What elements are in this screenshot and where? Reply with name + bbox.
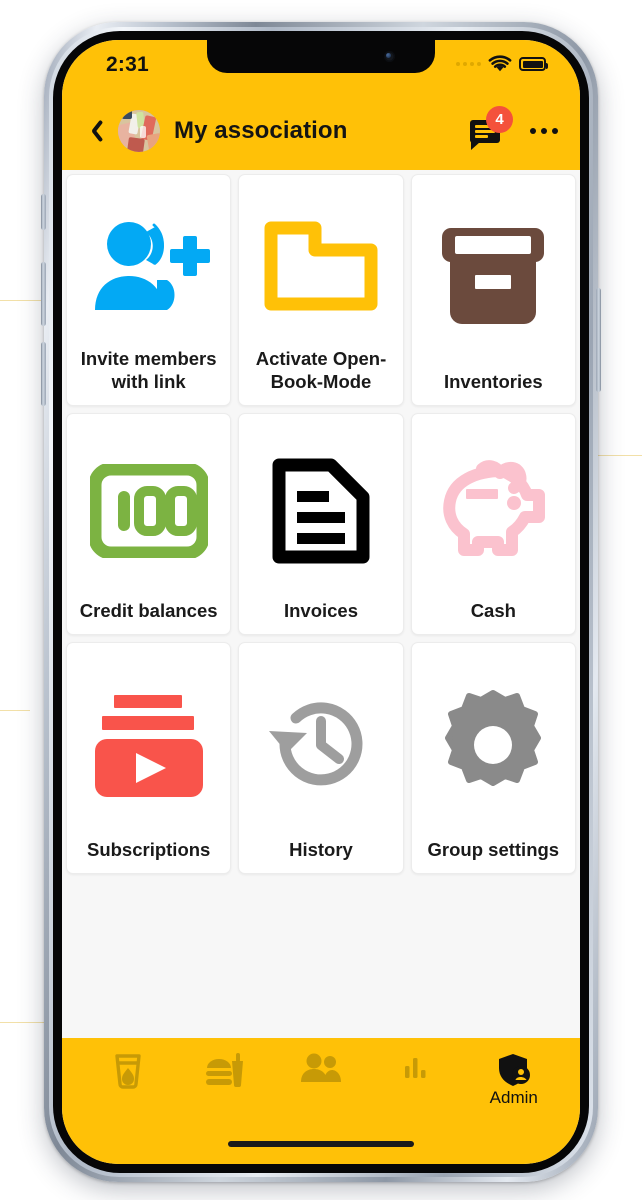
tile-label: Group settings	[427, 838, 560, 860]
nav-item-people[interactable]	[279, 1052, 363, 1088]
banknote-100-icon	[73, 430, 224, 593]
avatar[interactable]	[118, 110, 160, 152]
nav-item-admin[interactable]: Admin	[472, 1052, 556, 1108]
tile-group-settings[interactable]: Group settings	[410, 642, 576, 874]
home-indicator[interactable]	[228, 1141, 414, 1147]
chat-badge: 4	[486, 106, 513, 133]
volume-down-button[interactable]	[41, 342, 46, 406]
nav-item-food[interactable]	[183, 1052, 267, 1092]
drink-glass-icon	[115, 1054, 141, 1089]
silent-switch[interactable]	[41, 194, 46, 230]
tile-subscriptions[interactable]: Subscriptions	[66, 642, 232, 874]
bottom-navigation: Admin	[62, 1038, 580, 1164]
action-grid: Invite members with link Activate Open-B…	[66, 174, 576, 874]
bar-chart-icon	[405, 1058, 426, 1078]
nav-label: Admin	[489, 1088, 538, 1107]
tile-open-book-mode[interactable]: Activate Open-Book-Mode	[238, 174, 404, 406]
tile-invoices[interactable]: Invoices	[238, 413, 404, 635]
signal-dots-icon	[456, 62, 481, 66]
tile-label: Inventories	[443, 370, 543, 392]
page-title: My association	[174, 117, 348, 144]
tile-cash[interactable]: Cash	[410, 413, 576, 635]
admin-shield-icon	[498, 1054, 530, 1086]
archive-box-icon	[418, 191, 569, 364]
tile-label: Activate Open-Book-Mode	[255, 347, 387, 392]
folder-open-icon	[245, 191, 396, 341]
guide-line-right	[598, 455, 642, 456]
back-chevron-icon[interactable]	[80, 118, 106, 144]
tile-label: History	[289, 838, 353, 860]
content-area: Invite members with link Activate Open-B…	[62, 170, 580, 1038]
fast-food-icon	[205, 1053, 243, 1087]
gear-icon	[418, 659, 569, 832]
tile-label: Subscriptions	[86, 838, 211, 860]
app-bar: My association 4	[62, 92, 580, 170]
chat-bubble-icon[interactable]: 4	[470, 106, 513, 150]
tile-label: Credit balances	[79, 599, 218, 621]
status-indicators	[456, 55, 548, 73]
tile-label: Cash	[470, 599, 516, 621]
person-add-icon	[73, 191, 224, 341]
battery-full-icon	[519, 57, 548, 71]
phone-device: 2:31 My association 4 Invite members wit…	[41, 22, 601, 1182]
guide-line-bottom	[0, 1022, 44, 1023]
phone-screen: 2:31 My association 4 Invite members wit…	[62, 40, 580, 1164]
wifi-icon	[488, 55, 512, 72]
tile-label: Invoices	[283, 599, 359, 621]
people-icon	[300, 1053, 341, 1082]
guide-line-mid	[0, 710, 30, 711]
document-lines-icon	[245, 430, 396, 593]
nav-item-statistics[interactable]	[375, 1052, 459, 1084]
more-options-icon[interactable]	[530, 128, 558, 134]
history-clock-icon	[245, 659, 396, 832]
volume-up-button[interactable]	[41, 262, 46, 326]
piggy-bank-icon	[418, 430, 569, 593]
front-camera-icon	[384, 51, 395, 62]
nav-item-drinks[interactable]	[86, 1052, 170, 1092]
tile-invite-members[interactable]: Invite members with link	[66, 174, 232, 406]
tile-inventories[interactable]: Inventories	[410, 174, 576, 406]
tile-history[interactable]: History	[238, 642, 404, 874]
display-notch	[207, 40, 435, 73]
guide-line-top	[0, 300, 44, 301]
tile-credit-balances[interactable]: Credit balances	[66, 413, 232, 635]
power-button[interactable]	[596, 288, 601, 392]
subscriptions-play-icon	[73, 659, 224, 832]
tile-label: Invite members with link	[80, 347, 217, 392]
app-bar-actions: 4	[470, 106, 558, 150]
status-clock: 2:31	[106, 53, 149, 76]
